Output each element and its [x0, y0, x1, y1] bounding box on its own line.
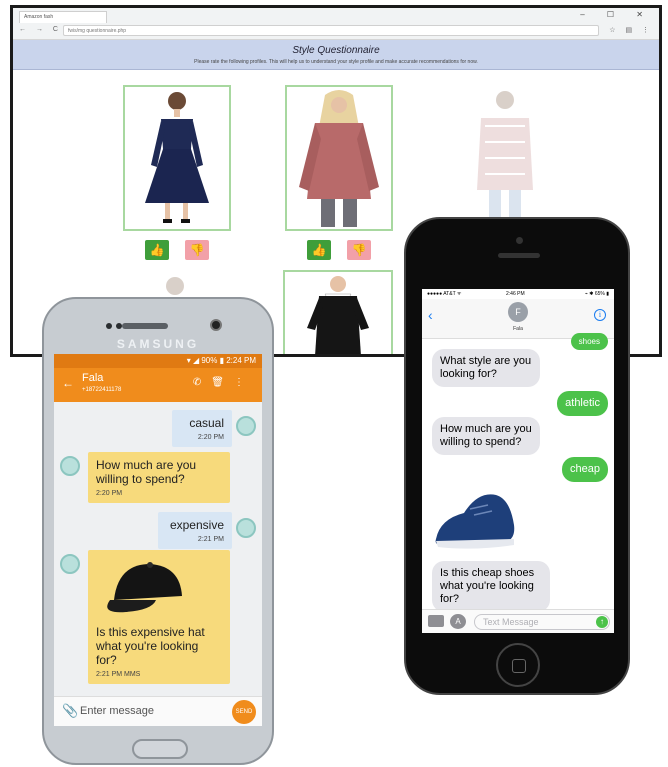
user-avatar: [236, 416, 256, 436]
home-button[interactable]: [496, 643, 540, 687]
contact-avatar: [60, 554, 80, 574]
browser-chrome: Amazon fash – ☐ ✕ ← → C fwis/mg question…: [13, 8, 659, 40]
text-message-input[interactable]: Text Message: [474, 614, 610, 630]
user-avatar: [236, 518, 256, 538]
camera-icon[interactable]: [428, 615, 444, 627]
faded-plaid-shirt-image: [477, 91, 533, 228]
profile-card-dress[interactable]: [123, 85, 231, 231]
front-camera: [210, 319, 222, 331]
profile-card-sweater[interactable]: [285, 85, 393, 231]
app-store-icon[interactable]: A: [450, 614, 466, 629]
address-bar[interactable]: fwis/mg questionnaire.php: [63, 25, 599, 36]
message-time: 2:21 PM MMS: [96, 671, 141, 678]
page-title: Style Questionnaire: [292, 45, 380, 56]
back-chevron-icon[interactable]: ‹: [428, 307, 433, 323]
message-bubble-outgoing[interactable]: athletic: [557, 391, 608, 416]
page-subtitle: Please rate the following profiles. This…: [194, 59, 478, 65]
send-arrow-icon[interactable]: ↑: [596, 616, 608, 628]
address-row: ← → C fwis/mg questionnaire.php ☆ ▤ ⋮: [13, 24, 659, 38]
contact-avatar[interactable]: F: [508, 302, 528, 322]
message-bubble-incoming[interactable]: Is this cheap shoes what you're looking …: [432, 561, 550, 612]
message-bubble-outgoing[interactable]: cheap: [562, 457, 608, 482]
home-button[interactable]: [132, 739, 188, 759]
thumbs-down-icon[interactable]: 👎: [185, 240, 209, 260]
earpiece-speaker: [498, 253, 540, 258]
message-bubble-outgoing[interactable]: expensive 2:21 PM: [158, 512, 232, 549]
thumbs-down-icon[interactable]: 👎: [347, 240, 371, 260]
message-time: 2:20 PM: [96, 490, 123, 497]
samsung-phone: SAMSUNG ▾ ◢ 90% ▮ 2:24 PM ← Fala +187224…: [42, 297, 274, 765]
iphone-screen: ●●●●● AT&T ᯤ 2:46 PM ⌁ ✱ 65% ▮ ‹ F Fala …: [422, 289, 614, 633]
send-mms-button[interactable]: SEND MMS: [232, 700, 256, 724]
message-text: casual: [189, 416, 224, 430]
message-bubble-outgoing-partial[interactable]: shoes: [570, 333, 608, 350]
contact-name: Fala: [82, 372, 104, 384]
browser-tab[interactable]: Amazon fash: [19, 11, 107, 23]
navy-dress-image: [145, 92, 209, 223]
message-time: 2:21 PM: [197, 536, 224, 543]
phone-icon[interactable]: ✆: [193, 377, 211, 388]
info-icon[interactable]: i: [594, 309, 606, 321]
browser-menu-icons[interactable]: ☆ ▤ ⋮: [609, 26, 653, 34]
black-cap-image: [107, 562, 182, 613]
attach-icon[interactable]: 📎: [62, 703, 78, 719]
status-bar: ●●●●● AT&T ᯤ 2:46 PM ⌁ ✱ 65% ▮: [422, 289, 614, 299]
battery-indicator: ⌁ ✱ 65% ▮: [584, 291, 609, 297]
front-camera: [516, 237, 523, 244]
app-bar-actions: ✆🗑⋮: [193, 377, 254, 388]
message-compose-bar: 📎 Enter message SEND MMS: [54, 696, 262, 726]
contact-number: +18722411178: [82, 387, 122, 393]
message-time: 2:20 PM: [197, 434, 224, 441]
back-arrow-icon[interactable]: ←: [62, 376, 74, 390]
more-icon[interactable]: ⋮: [234, 377, 254, 388]
mauve-sweater-image: [299, 90, 379, 227]
status-time: 2:46 PM: [506, 291, 525, 297]
questionnaire-header: Style Questionnaire Please rate the foll…: [13, 40, 659, 70]
nav-buttons[interactable]: ← → C: [19, 26, 62, 33]
brand-logo: SAMSUNG: [116, 337, 200, 351]
contact-name: Fala: [513, 326, 523, 332]
sensor-dot: [106, 323, 112, 329]
imessage-compose-bar: A Text Message ↑: [422, 609, 614, 633]
trash-icon[interactable]: 🗑: [211, 377, 234, 388]
message-bubble-outgoing[interactable]: casual 2:20 PM: [172, 410, 232, 447]
thumbs-up-icon[interactable]: 👍: [145, 240, 169, 260]
blue-sneaker-image: [435, 494, 515, 549]
message-bubble-incoming[interactable]: Is this expensive hat what you're lookin…: [88, 550, 230, 684]
message-bubble-incoming[interactable]: How much are you willing to spend? 2:20 …: [88, 452, 230, 503]
status-bar: ▾ ◢ 90% ▮ 2:24 PM: [54, 354, 262, 368]
message-text: Is this expensive hat what you're lookin…: [96, 625, 205, 667]
profile-card-black-dress[interactable]: [283, 270, 393, 354]
black-dress-image: [307, 276, 369, 354]
conversation-app-bar: ← Fala +18722411178 ✆🗑⋮: [54, 368, 262, 402]
message-bubble-incoming[interactable]: How much are you willing to spend?: [432, 417, 540, 455]
window-controls[interactable]: – ☐ ✕: [580, 10, 653, 19]
message-input[interactable]: Enter message: [80, 705, 154, 717]
iphone: ●●●●● AT&T ᯤ 2:46 PM ⌁ ✱ 65% ▮ ‹ F Fala …: [404, 217, 630, 695]
message-text: expensive: [169, 518, 224, 532]
message-bubble-incoming[interactable]: What style are you looking for?: [432, 349, 540, 387]
contact-avatar: [60, 456, 80, 476]
carrier-label: ●●●●● AT&T ᯤ: [427, 291, 462, 297]
thumbs-up-icon[interactable]: 👍: [307, 240, 331, 260]
earpiece-speaker: [122, 323, 168, 329]
message-text: How much are you willing to spend?: [96, 458, 197, 486]
home-square-icon: [512, 659, 526, 673]
samsung-screen: ▾ ◢ 90% ▮ 2:24 PM ← Fala +18722411178 ✆🗑…: [54, 354, 262, 726]
